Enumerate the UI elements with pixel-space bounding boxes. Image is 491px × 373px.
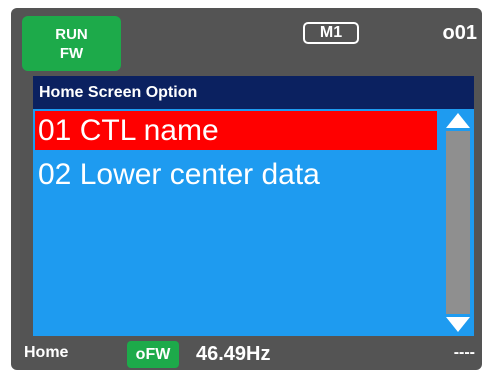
parameter-code: o01	[442, 22, 477, 44]
scroll-up-button[interactable]	[442, 109, 474, 131]
option-item-lower-center-data[interactable]: 02 Lower center data	[35, 155, 437, 194]
triangle-up-icon	[446, 113, 470, 128]
footer-right-status: ----	[453, 344, 475, 361]
option-item-ctl-name[interactable]: 01 CTL name	[35, 111, 437, 150]
option-list: 01 CTL name 02 Lower center data	[33, 109, 442, 336]
scrollbar[interactable]	[442, 109, 474, 336]
menu-title: Home Screen Option	[33, 76, 474, 109]
scrollbar-track[interactable]	[446, 109, 470, 336]
home-label: Home	[24, 344, 69, 361]
mode-indicator: M1	[303, 22, 359, 44]
run-status-line2: FW	[59, 44, 84, 62]
direction-badge: oFW	[127, 341, 179, 368]
frequency-readout: 46.49Hz	[196, 343, 271, 365]
drive-display-screen: RUN FW M1 o01 Home Screen Option 01 CTL …	[11, 8, 482, 370]
triangle-down-icon	[446, 317, 470, 332]
run-status-line1: RUN	[55, 25, 88, 43]
scroll-down-button[interactable]	[442, 314, 474, 336]
run-status-badge: RUN FW	[22, 16, 121, 71]
